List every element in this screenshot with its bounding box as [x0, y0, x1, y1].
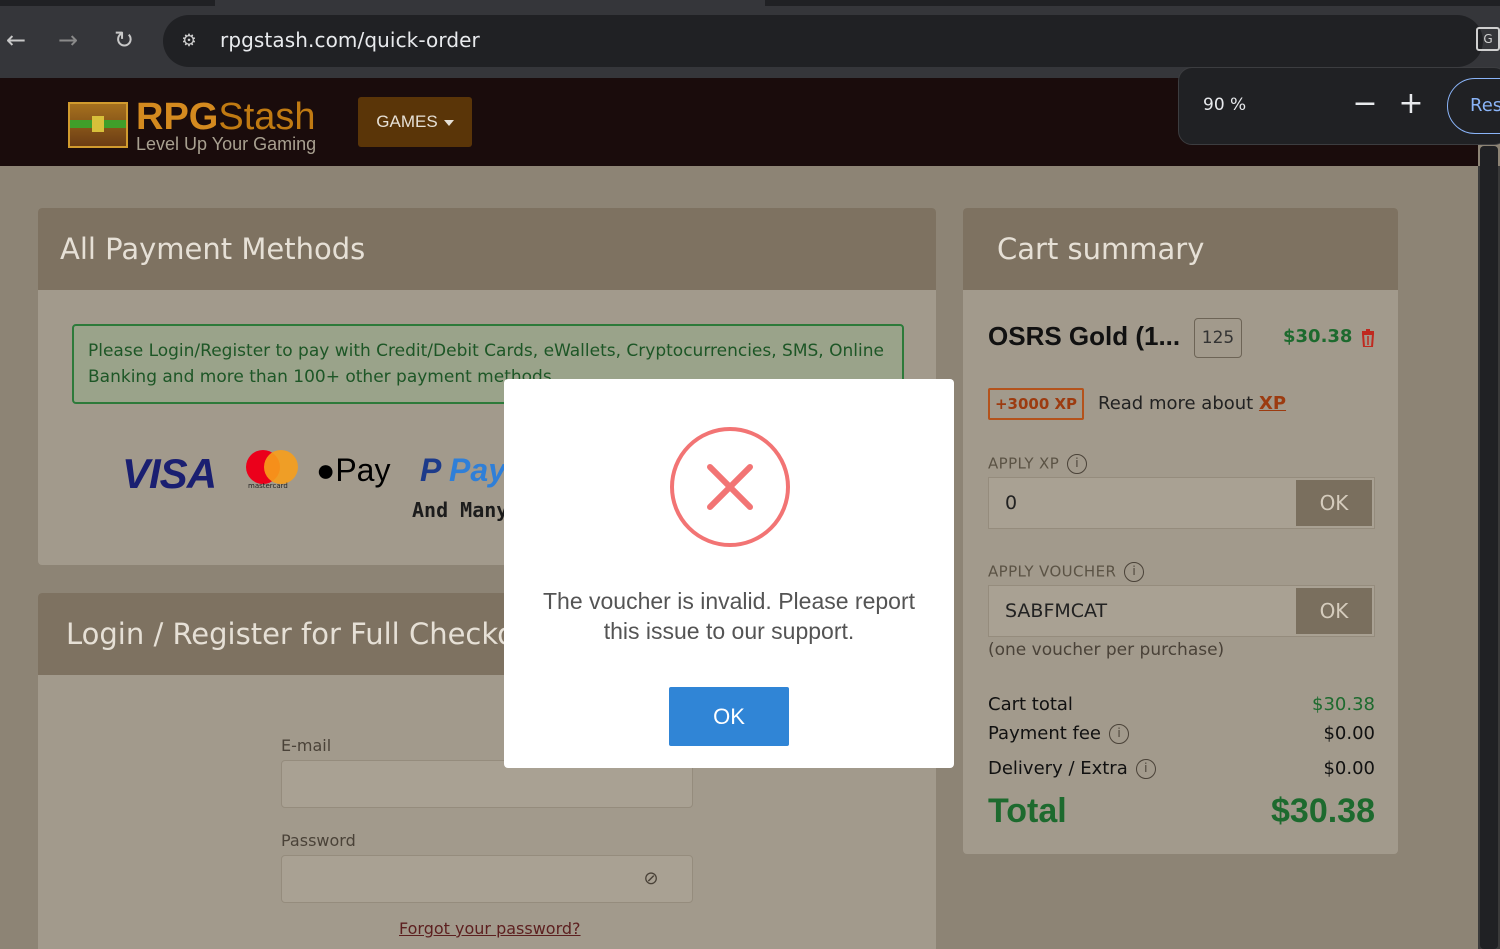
reload-icon[interactable]: ↻ — [108, 24, 140, 56]
site-info-icon[interactable]: ⚙ — [175, 27, 203, 55]
error-message: The voucher is invalid. Please report th… — [542, 588, 916, 644]
delivery-label: Delivery / Extra — [988, 758, 1128, 779]
xp-read-text: Read more about — [1098, 393, 1254, 414]
apply-xp-input[interactable]: 0 — [1005, 492, 1017, 514]
mastercard-logo — [246, 450, 298, 486]
email-label: E-mail — [281, 736, 332, 755]
applepay-logo: ●Pay — [316, 452, 390, 489]
active-tab[interactable] — [215, 0, 765, 6]
paypal-p: P — [420, 452, 441, 488]
apple-icon: ● — [316, 452, 336, 488]
apply-xp-label: APPLY XP i — [988, 454, 1088, 474]
cart-total-label: Cart total — [988, 694, 1073, 715]
apply-voucher-label-text: APPLY VOUCHER — [988, 562, 1117, 581]
forward-icon[interactable]: → — [52, 24, 84, 56]
apply-xp-field[interactable]: 0 OK — [988, 477, 1375, 529]
games-label: GAMES — [376, 112, 438, 131]
delivery-row: Delivery / Extra i $0.00 — [988, 758, 1375, 786]
password-label: Password — [281, 831, 356, 850]
info-icon[interactable]: i — [1067, 454, 1088, 474]
info-icon[interactable]: i — [1135, 759, 1156, 779]
payment-methods-title: All Payment Methods — [38, 208, 936, 290]
url-text[interactable]: rpgstash.com/quick-order — [220, 28, 480, 52]
info-icon[interactable]: i — [1109, 724, 1130, 744]
scrollbar-thumb[interactable] — [1480, 146, 1498, 949]
translate-icon[interactable]: G — [1476, 27, 1500, 51]
treasure-chest-icon — [68, 102, 128, 148]
trash-icon[interactable] — [1361, 329, 1375, 347]
chevron-down-icon — [443, 119, 454, 126]
apply-xp-label-text: APPLY XP — [988, 454, 1060, 473]
cart-item-price: $30.38 — [1283, 326, 1353, 347]
applepay-text: Pay — [335, 452, 391, 488]
delivery-value: $0.00 — [1323, 758, 1375, 779]
eye-slash-icon[interactable]: ⊘ — [638, 868, 664, 890]
apply-xp-ok-button[interactable]: OK — [1296, 480, 1372, 526]
voucher-note: (one voucher per purchase) — [988, 640, 1225, 660]
rpgstash-logo[interactable]: RPGStash Level Up Your Gaming — [68, 96, 328, 156]
paypal-text: Pay — [449, 452, 506, 488]
xp-badge: +3000 XP — [988, 388, 1084, 420]
logo-tagline: Level Up Your Gaming — [136, 134, 317, 154]
zoom-reset-button[interactable]: Res — [1447, 78, 1500, 134]
dialog-ok-button[interactable]: OK — [669, 687, 789, 746]
visa-logo: VISA — [122, 450, 217, 497]
apply-voucher-field[interactable]: SABFMCAT OK — [988, 585, 1375, 637]
and-many-text: And Many — [412, 498, 509, 522]
games-menu-button[interactable]: GAMES — [358, 97, 472, 147]
logo-stash: Stash — [218, 96, 316, 138]
quantity-input[interactable]: 125 — [1194, 318, 1242, 358]
apply-voucher-label: APPLY VOUCHER i — [988, 562, 1145, 582]
address-bar[interactable]: ⚙ rpgstash.com/quick-order — [163, 15, 1483, 67]
total-label: Total — [988, 792, 1067, 830]
payment-fee-label: Payment fee — [988, 723, 1102, 744]
mastercard-text: mastercard — [248, 482, 288, 490]
total-row: Total $30.38 — [988, 792, 1375, 836]
payment-logos: VISA mastercard ●Pay P Pay And Many — [122, 448, 542, 548]
cart-item-name: OSRS Gold (1... — [988, 321, 1181, 351]
xp-read-more: Read more about XP — [1098, 393, 1286, 414]
zoom-in-icon[interactable]: + — [1393, 84, 1429, 124]
forgot-password-link[interactable]: Forgot your password? — [399, 919, 581, 938]
xp-link[interactable]: XP — [1259, 393, 1286, 414]
cart-total-value: $30.38 — [1312, 694, 1375, 715]
payment-fee-value: $0.00 — [1323, 723, 1375, 744]
error-dialog: The voucher is invalid. Please report th… — [504, 379, 954, 768]
paypal-logo: P Pay — [420, 452, 506, 489]
payment-fee-row: Payment fee i $0.00 — [988, 723, 1375, 751]
close-icon — [707, 464, 753, 510]
cart-summary-title: Cart summary — [963, 208, 1398, 290]
cart-summary-panel: Cart summary OSRS Gold (1... 125 $30.38 … — [963, 208, 1398, 854]
back-icon[interactable]: ← — [0, 24, 32, 56]
tab-strip — [0, 0, 1500, 6]
cart-total-row: Cart total $30.38 — [988, 694, 1375, 722]
apply-voucher-ok-button[interactable]: OK — [1296, 588, 1372, 634]
zoom-level: 90 % — [1203, 95, 1247, 115]
password-field[interactable]: ⊘ — [281, 855, 693, 903]
zoom-out-icon[interactable]: − — [1347, 84, 1383, 124]
voucher-input[interactable]: SABFMCAT — [1005, 600, 1107, 622]
error-icon — [670, 427, 790, 547]
zoom-popover: 90 % − + Res — [1178, 67, 1500, 145]
info-icon[interactable]: i — [1124, 562, 1145, 582]
logo-rpg: RPG — [136, 96, 219, 138]
total-value: $30.38 — [1271, 792, 1375, 830]
logo-title: RPGStash — [136, 96, 316, 138]
